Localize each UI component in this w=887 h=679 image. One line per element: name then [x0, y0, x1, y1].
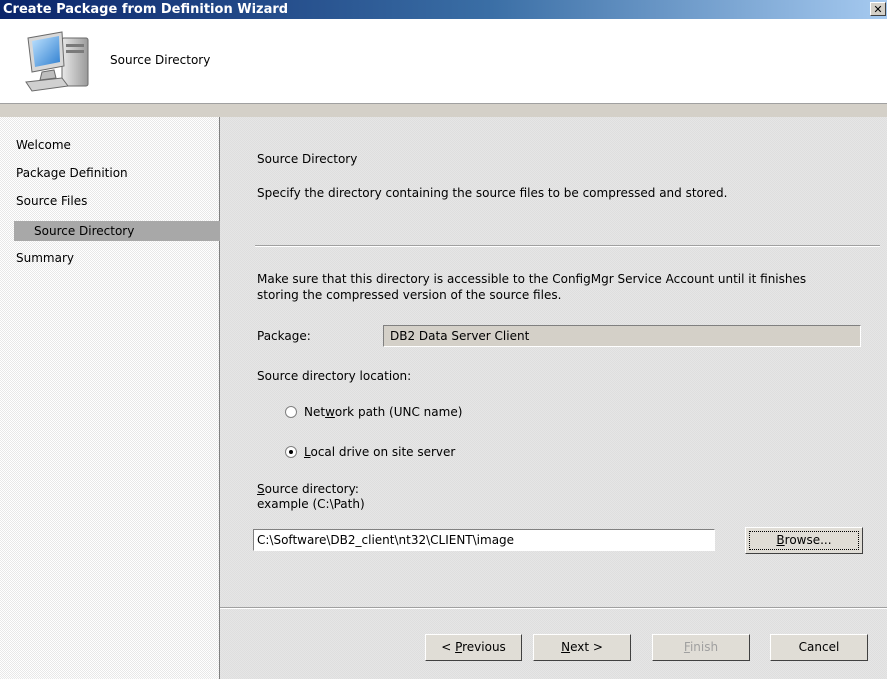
step-package-definition: Package Definition	[16, 166, 128, 180]
step-source-directory: Source Directory	[14, 221, 220, 241]
local-drive-label[interactable]: Local drive on site server	[304, 445, 455, 459]
location-label: Source directory location:	[257, 369, 412, 383]
note-line-1: Make sure that this directory is accessi…	[257, 272, 807, 286]
source-directory-label: Source directory:	[257, 482, 359, 496]
computer-icon	[25, 31, 89, 92]
page-heading: Source Directory	[257, 152, 358, 166]
title-bar: Create Package from Definition Wizard ✕	[0, 0, 887, 19]
wizard-content: Source Directory Specify the directory c…	[220, 117, 887, 679]
source-directory-input[interactable]: C:\Software\DB2_client\nt32\CLIENT\image	[253, 529, 715, 551]
package-field: DB2 Data Server Client	[383, 325, 861, 347]
footer-divider	[220, 607, 887, 609]
network-path-label[interactable]: Network path (UNC name)	[304, 405, 462, 419]
page-description: Specify the directory containing the sou…	[257, 186, 728, 200]
example-label: example (C:\Path)	[257, 497, 365, 511]
previous-button[interactable]: < Previous	[425, 634, 522, 661]
wizard-steps: Welcome Package Definition Source Files …	[0, 117, 220, 679]
header-title: Source Directory	[110, 53, 211, 67]
browse-button[interactable]: Browse...	[745, 527, 863, 554]
step-summary: Summary	[16, 251, 74, 265]
wizard-header: Source Directory	[0, 19, 887, 104]
package-label: Package:	[257, 329, 311, 343]
next-button[interactable]: Next >	[533, 634, 631, 661]
step-welcome: Welcome	[16, 138, 71, 152]
step-source-files: Source Files	[16, 194, 88, 208]
close-icon: ✕	[873, 3, 883, 16]
local-drive-radio[interactable]	[285, 446, 297, 458]
finish-button[interactable]: Finish	[652, 634, 750, 661]
note-line-2: storing the compressed version of the so…	[257, 288, 562, 302]
cancel-button[interactable]: Cancel	[770, 634, 868, 661]
window-title: Create Package from Definition Wizard	[3, 2, 289, 17]
network-path-radio[interactable]	[285, 406, 297, 418]
close-button[interactable]: ✕	[870, 2, 886, 16]
divider	[255, 245, 880, 247]
